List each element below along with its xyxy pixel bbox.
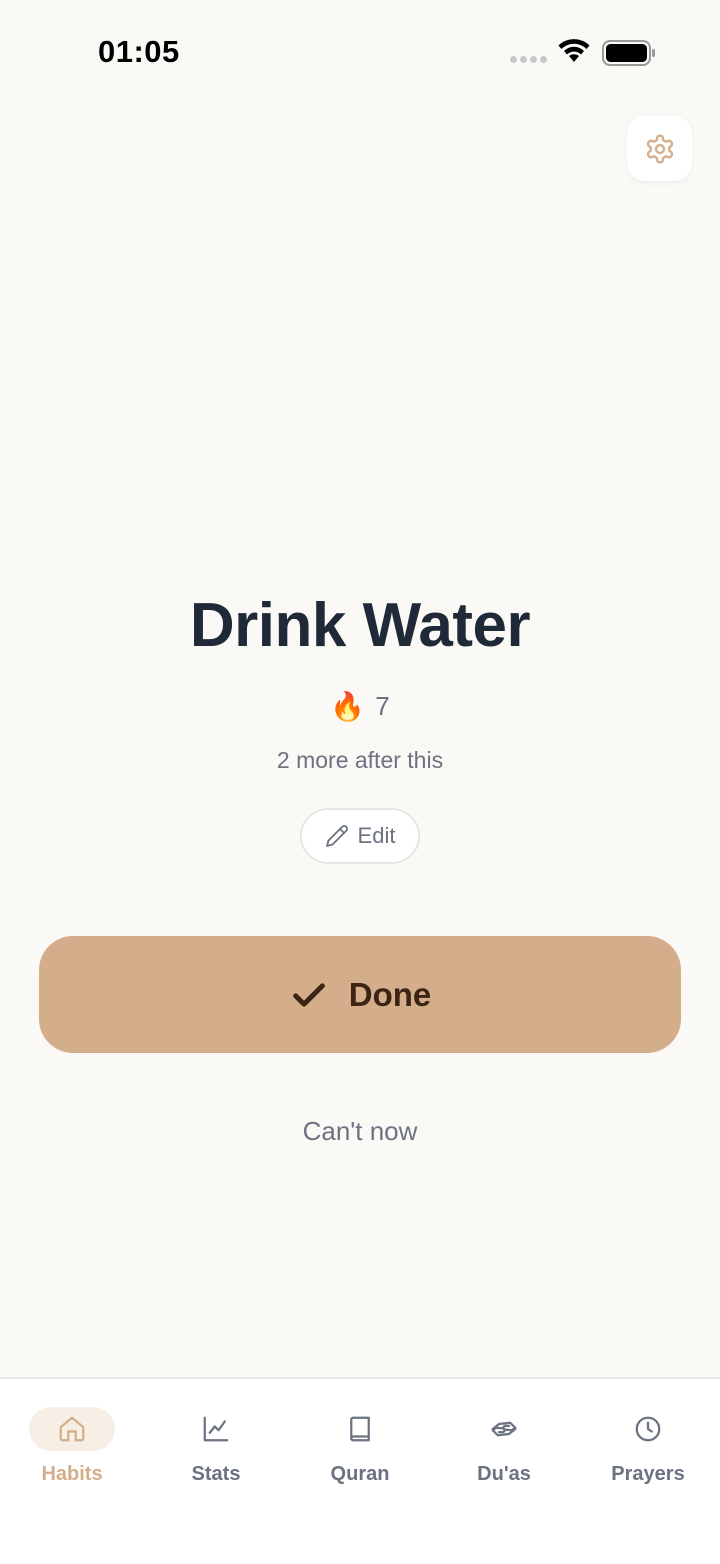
nav-item-prayers[interactable]: Prayers: [576, 1407, 720, 1507]
nav-label-duas: Du'as: [477, 1463, 531, 1485]
nav-label-stats: Stats: [191, 1463, 241, 1485]
status-bar: 01:05: [0, 0, 720, 100]
streak-indicator: 🔥 7: [0, 690, 720, 723]
habit-screen: 01:05 Drink Water 🔥 7 2 more after this: [0, 0, 720, 1564]
streak-count: 7: [375, 691, 390, 721]
nav-label-quran: Quran: [330, 1463, 390, 1485]
pencil-icon: [325, 825, 348, 847]
hands-icon: [491, 1421, 517, 1437]
book-icon: [350, 1416, 370, 1442]
settings-button[interactable]: [627, 116, 692, 181]
wifi-icon: [558, 39, 590, 62]
nav-item-duas[interactable]: Du'as: [432, 1407, 576, 1507]
cant-now-button[interactable]: Can't now: [0, 1116, 720, 1147]
edit-button[interactable]: Edit: [300, 808, 420, 864]
checkmark-icon: [292, 982, 325, 1007]
chart-icon: [203, 1416, 229, 1442]
remaining-text: 2 more after this: [276, 747, 444, 773]
status-time: 01:05: [98, 34, 180, 69]
done-label: Done: [348, 975, 432, 1013]
edit-label: Edit: [357, 823, 396, 848]
nav-item-stats[interactable]: Stats: [144, 1407, 288, 1507]
home-icon: [59, 1416, 85, 1442]
fire-icon: 🔥: [330, 691, 366, 722]
nav-item-habits[interactable]: Habits: [0, 1407, 144, 1507]
clock-icon: [635, 1416, 661, 1442]
battery-icon: [602, 40, 655, 66]
cellular-signal-icon: [510, 56, 547, 63]
bottom-nav: Habits Stats Quran Du'as Prayers: [0, 1377, 720, 1564]
done-button[interactable]: Done: [39, 936, 681, 1053]
nav-item-quran[interactable]: Quran: [288, 1407, 432, 1507]
nav-label-prayers: Prayers: [611, 1463, 685, 1485]
gear-icon: [646, 133, 673, 164]
habit-title: Drink Water: [189, 591, 531, 660]
nav-label-habits: Habits: [41, 1463, 103, 1485]
